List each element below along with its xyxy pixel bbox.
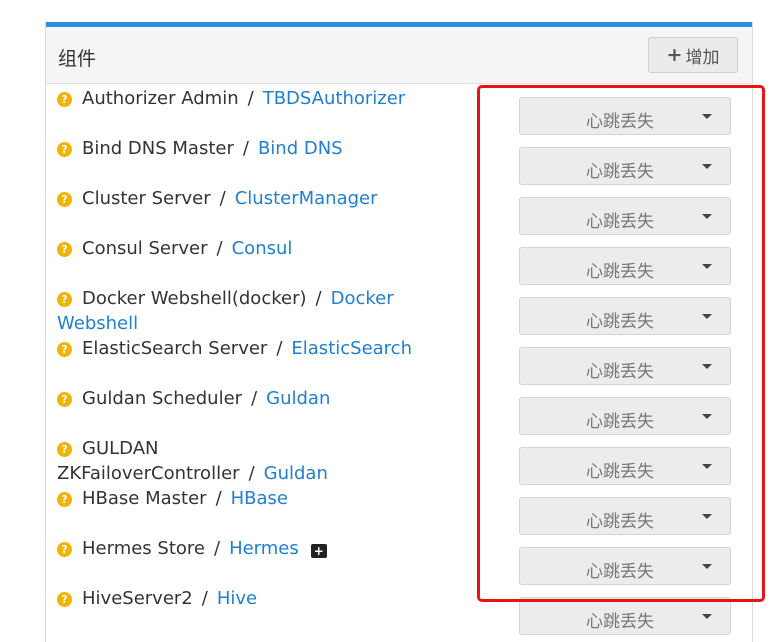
service-link[interactable]: HBase: [231, 488, 288, 509]
component-name: Docker Webshell(docker): [82, 288, 307, 309]
component-cell: ? Cluster Server / ClusterManager: [57, 186, 417, 211]
service-link[interactable]: TBDSAuthorizer: [263, 88, 406, 109]
separator: /: [251, 388, 258, 409]
component-cell: ? Bind DNS Master / Bind DNS: [57, 136, 417, 161]
component-name: Authorizer Admin: [82, 88, 239, 109]
separator: /: [201, 588, 208, 609]
service-link[interactable]: ClusterManager: [235, 188, 378, 209]
caret-down-icon: [702, 614, 712, 619]
service-link[interactable]: Bind DNS: [258, 138, 343, 159]
separator: /: [215, 488, 222, 509]
question-circle-icon: ?: [57, 492, 72, 507]
question-circle-icon: ?: [57, 242, 72, 257]
service-link[interactable]: Hive: [217, 588, 257, 609]
component-name: GULDAN ZKFailoverController: [57, 438, 240, 484]
question-circle-icon: ?: [57, 142, 72, 157]
component-name: Consul Server: [82, 238, 208, 259]
status-dropdown[interactable]: 心跳丢失: [519, 597, 731, 635]
service-link[interactable]: Guldan: [264, 463, 328, 484]
panel-header: 组件 + 增加: [46, 27, 752, 84]
separator: /: [247, 88, 254, 109]
component-cell: ? Docker Webshell(docker) / Docker Webshell: [57, 286, 417, 336]
component-name: Hermes Store: [82, 538, 205, 559]
component-name: Cluster Server: [82, 188, 211, 209]
component-cell: ? Hermes Store / Hermes +: [57, 536, 417, 561]
question-circle-icon: ?: [57, 442, 72, 457]
component-name: Bind DNS Master: [82, 138, 234, 159]
separator: /: [213, 538, 221, 559]
service-link[interactable]: Hermes: [229, 538, 299, 559]
question-circle-icon: ?: [57, 192, 72, 207]
separator: /: [315, 288, 322, 309]
question-circle-icon: ?: [57, 392, 72, 407]
question-circle-icon: ?: [57, 342, 72, 357]
separator: /: [276, 338, 283, 359]
question-circle-icon: ?: [57, 292, 72, 307]
component-name: HBase Master: [82, 488, 207, 509]
component-name: HiveServer2: [82, 588, 193, 609]
service-link[interactable]: Guldan: [266, 388, 330, 409]
component-name: Guldan Scheduler: [82, 388, 243, 409]
question-circle-icon: ?: [57, 592, 72, 607]
component-cell: ? Authorizer Admin / TBDSAuthorizer: [57, 86, 417, 111]
separator: /: [219, 188, 226, 209]
component-cell: ? Consul Server / Consul: [57, 236, 417, 261]
component-name: ElasticSearch Server: [82, 338, 268, 359]
red-highlight-annotation: [477, 85, 765, 602]
question-circle-icon: ?: [57, 92, 72, 107]
add-button-label: 增加: [685, 47, 720, 68]
service-link[interactable]: Consul: [232, 238, 293, 259]
status-value: 心跳丢失: [586, 612, 654, 632]
panel-title: 组件: [58, 48, 97, 70]
separator: /: [242, 138, 249, 159]
medkit-icon: +: [310, 544, 327, 558]
service-link[interactable]: ElasticSearch: [291, 338, 412, 359]
plus-icon: +: [666, 43, 683, 66]
component-cell: ? ElasticSearch Server / ElasticSearch: [57, 336, 417, 361]
separator: /: [216, 238, 223, 259]
component-cell: ? Guldan Scheduler / Guldan: [57, 386, 417, 411]
question-circle-icon: ?: [57, 542, 72, 557]
component-cell: ? HBase Master / HBase: [57, 486, 417, 511]
component-cell: ? HiveServer2 / Hive: [57, 586, 417, 611]
add-component-button[interactable]: + 增加: [648, 37, 738, 73]
component-cell: ? GULDAN ZKFailoverController / Guldan: [57, 436, 417, 486]
separator: /: [248, 463, 255, 484]
